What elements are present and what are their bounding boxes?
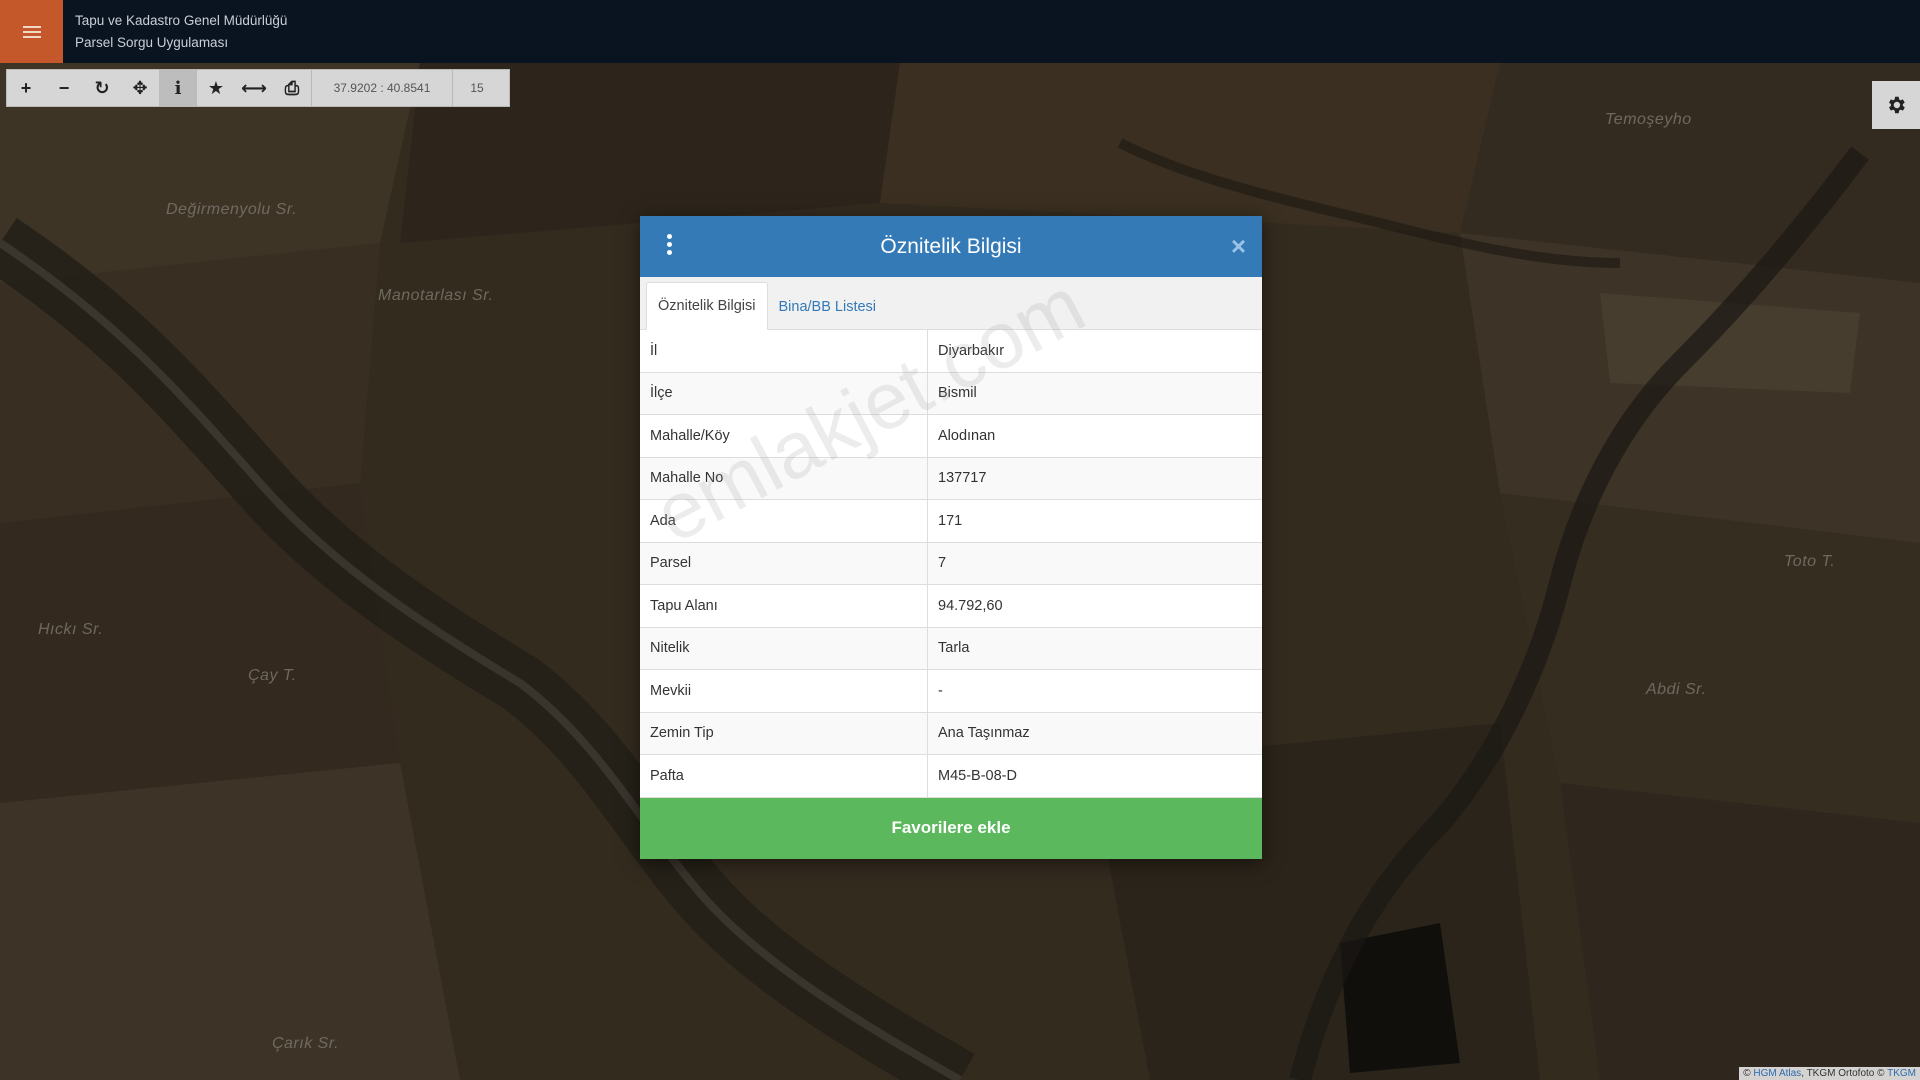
- table-row: İlçe Bismil: [640, 372, 1262, 415]
- star-icon: ★: [207, 77, 225, 98]
- row-label: Mahalle/Köy: [640, 414, 928, 458]
- gear-icon: [1889, 96, 1905, 114]
- row-value: Ana Taşınmaz: [927, 712, 1262, 755]
- row-label: Pafta: [640, 754, 928, 798]
- table-row: Mahalle No 137717: [640, 457, 1262, 500]
- dialog-tabs: Öznitelik Bilgisi Bina/BB Listesi: [640, 277, 1262, 330]
- hamburger-icon: [22, 25, 41, 38]
- refresh-icon: ↻: [94, 77, 110, 98]
- kebab-menu-icon[interactable]: [664, 234, 674, 260]
- locate-icon: ✥: [132, 77, 148, 98]
- zoom-in-icon: +: [20, 77, 32, 98]
- map-attribution: © HGM Atlas, TKGM Ortofoto © TKGM: [1739, 1067, 1920, 1080]
- favorites-button[interactable]: ★: [197, 70, 235, 106]
- table-row: Ada 171: [640, 499, 1262, 543]
- zoom-out-icon: −: [58, 77, 70, 98]
- hgm-atlas-link[interactable]: HGM Atlas: [1753, 1068, 1801, 1079]
- table-row: Nitelik Tarla: [640, 627, 1262, 670]
- table-row: Mevkii -: [640, 669, 1262, 713]
- coordinate-readout: 37.9202 : 40.8541: [311, 70, 452, 106]
- table-row: Zemin Tip Ana Taşınmaz: [640, 712, 1262, 755]
- zoom-level-readout: 15: [452, 70, 501, 106]
- table-row: Pafta M45-B-08-D: [640, 754, 1262, 798]
- row-label: Zemin Tip: [640, 712, 928, 755]
- info-button[interactable]: i: [159, 70, 197, 106]
- row-label: Parsel: [640, 542, 928, 585]
- settings-button[interactable]: [1872, 81, 1920, 129]
- row-value: 171: [927, 499, 1262, 543]
- info-icon: i: [174, 77, 182, 99]
- locate-button[interactable]: ✥: [121, 70, 159, 106]
- attribution-prefix: ©: [1743, 1068, 1754, 1079]
- row-label: İlçe: [640, 372, 928, 415]
- close-icon[interactable]: ×: [1231, 231, 1246, 261]
- row-label: Mahalle No: [640, 457, 928, 500]
- tab-attribute-info[interactable]: Öznitelik Bilgisi: [646, 282, 768, 330]
- row-value: 94.792,60: [927, 584, 1262, 628]
- row-label: Mevkii: [640, 669, 928, 713]
- row-value: Tarla: [927, 627, 1262, 670]
- table-row: Mahalle/Köy Alodınan: [640, 414, 1262, 458]
- measure-button[interactable]: ⟷: [235, 70, 273, 106]
- row-value: -: [927, 669, 1262, 713]
- row-label: Ada: [640, 499, 928, 543]
- row-value: Alodınan: [927, 414, 1262, 458]
- row-label: İl: [640, 330, 928, 373]
- app-title-line1: Tapu ve Kadastro Genel Müdürlüğü: [75, 13, 288, 28]
- refresh-button[interactable]: ↻: [83, 70, 121, 106]
- measure-icon: ⟷: [241, 77, 267, 98]
- tkgm-link[interactable]: TKGM: [1887, 1068, 1916, 1079]
- app-title: Tapu ve Kadastro Genel Müdürlüğü Parsel …: [75, 10, 287, 54]
- row-value: 137717: [927, 457, 1262, 500]
- row-label: Tapu Alanı: [640, 584, 928, 628]
- table-row: Tapu Alanı 94.792,60: [640, 584, 1262, 628]
- dialog-header: Öznitelik Bilgisi ×: [640, 216, 1262, 277]
- hamburger-menu-button[interactable]: [0, 0, 63, 63]
- app-title-line2: Parsel Sorgu Uygulaması: [75, 35, 229, 50]
- row-value: M45-B-08-D: [927, 754, 1262, 798]
- attribution-middle: , TKGM Ortofoto ©: [1801, 1068, 1888, 1079]
- row-value: 7: [927, 542, 1262, 585]
- row-value: Bismil: [927, 372, 1262, 415]
- tab-building-list[interactable]: Bina/BB Listesi: [768, 284, 888, 330]
- row-value: Diyarbakır: [927, 330, 1262, 373]
- add-to-favorites-button[interactable]: Favorilere ekle: [640, 797, 1262, 859]
- top-bar: Tapu ve Kadastro Genel Müdürlüğü Parsel …: [0, 0, 1920, 63]
- attribute-table: İl Diyarbakır İlçe Bismil Mahalle/Köy Alodı…: [640, 330, 1262, 798]
- row-label: Nitelik: [640, 627, 928, 670]
- table-row: Parsel 7: [640, 542, 1262, 585]
- zoom-out-button[interactable]: −: [45, 70, 83, 106]
- dialog-title: Öznitelik Bilgisi: [880, 234, 1022, 258]
- table-row: İl Diyarbakır: [640, 330, 1262, 373]
- zoom-in-button[interactable]: +: [7, 70, 45, 106]
- map-toolbar: + − ↻ ✥ i ★ ⟷ ⎙ 37.9202 : 40.8541 15: [6, 69, 510, 107]
- print-icon: ⎙: [284, 77, 300, 98]
- print-button[interactable]: ⎙: [273, 70, 311, 106]
- attribute-info-dialog: Öznitelik Bilgisi × Öznitelik Bilgisi Bi…: [640, 216, 1262, 859]
